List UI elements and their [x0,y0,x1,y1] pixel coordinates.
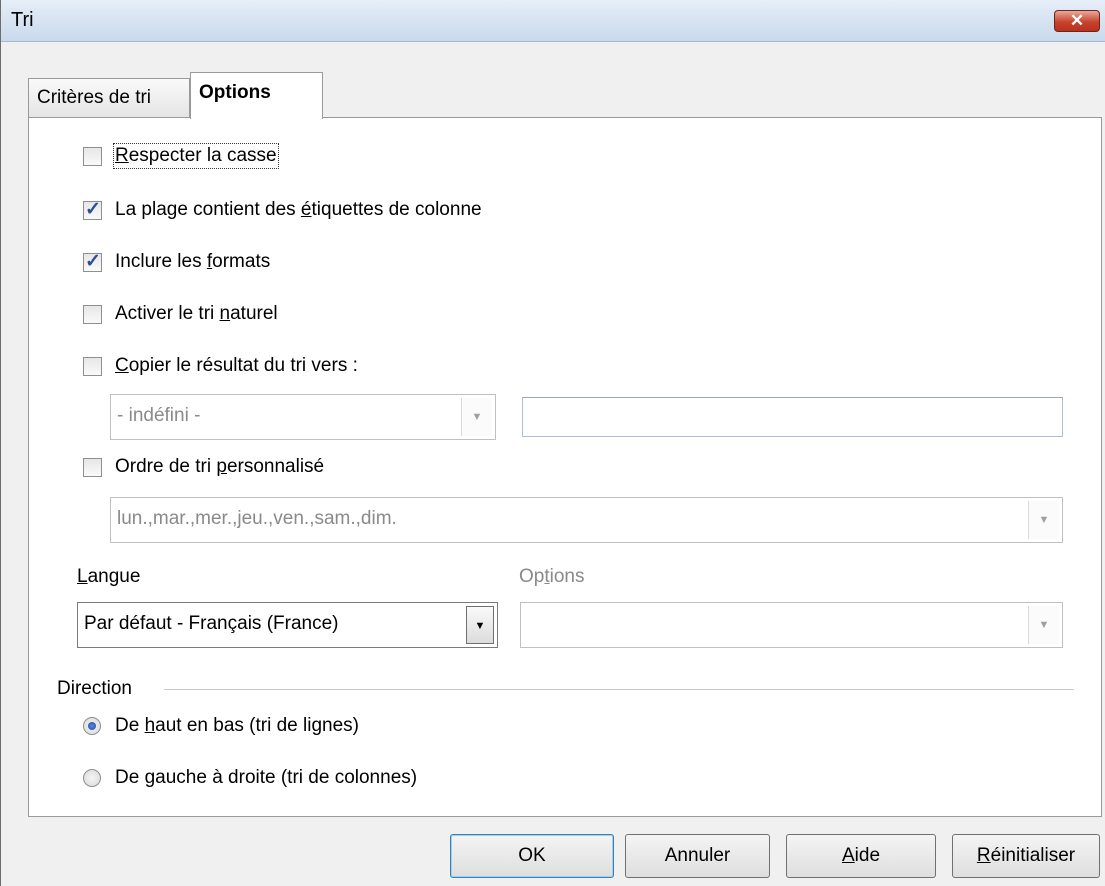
natural-sort-label[interactable]: Activer le tri naturel [115,303,278,325]
left-to-right-radio[interactable] [83,769,101,787]
has-headers-text-2: tiquettes de colonne [311,199,482,220]
reset-mnemonic: R [976,845,991,866]
ok-button[interactable]: OK [450,834,614,878]
top-to-bottom-text-1: De [115,715,145,736]
direction-separator [164,689,1074,690]
custom-order-mnemonic: p [216,456,227,477]
close-icon: ✕ [1069,11,1085,30]
has-headers-text-1: La plage contient des [115,199,301,220]
reset-button[interactable]: Réinitialiser [952,834,1100,878]
chevron-down-icon[interactable]: ▼ [1028,606,1059,644]
copy-results-text: opier le résultat du tri vers : [128,355,358,376]
left-to-right-text-1: De [115,767,145,788]
copy-range-value: - indéfini - [117,405,201,426]
help-button-label: ide [854,845,881,866]
reset-button-label: éinitialiser [990,845,1076,866]
title-bar[interactable]: Tri ✕ [1,0,1105,42]
algo-options-label: Options [519,566,585,588]
case-sensitive-label[interactable]: Respecter la casse [113,143,279,169]
algo-options-text-1: Op [519,566,545,587]
chevron-down-icon[interactable]: ▼ [461,398,492,436]
natural-sort-text-1: Activer le tri [115,303,220,324]
tab-options[interactable]: Options [190,72,323,119]
copy-target-input[interactable] [522,397,1063,437]
include-formats-text-1: Inclure les [115,251,207,272]
top-to-bottom-text-2: aut en bas (tri de lignes) [155,715,359,736]
custom-order-combo[interactable]: lun.,mar.,mer.,jeu.,ven.,sam.,dim. ▼ [110,497,1063,543]
custom-order-checkbox[interactable] [83,458,102,477]
ok-button-label: OK [518,845,546,866]
copy-range-combo[interactable]: - indéfini - ▼ [110,394,496,440]
chevron-down-icon[interactable]: ▼ [1028,501,1059,539]
help-mnemonic: A [841,845,855,866]
has-headers-mnemonic: é [300,199,312,220]
left-to-right-mnemonic: g [144,767,156,788]
copy-results-mnemonic: C [115,355,129,376]
window-title: Tri [11,9,34,31]
algo-options-select[interactable]: ▼ [520,602,1063,648]
case-sensitive-checkbox[interactable] [83,147,102,166]
custom-order-value: lun.,mar.,mer.,jeu.,ven.,sam.,dim. [117,508,397,529]
language-label: Langue [77,566,140,588]
custom-order-label[interactable]: Ordre de tri personnalisé [115,456,324,478]
language-select[interactable]: Par défaut - Français (France) ▼ [77,602,498,648]
options-panel: Respecter la casse La plage contient des… [28,117,1102,817]
case-sensitive-text: especter la casse [128,145,277,166]
has-headers-checkbox[interactable] [83,198,102,221]
case-sensitive-mnemonic: R [115,145,129,166]
custom-order-text-2: ersonnalisé [226,456,325,477]
help-button[interactable]: Aide [786,834,936,878]
top-to-bottom-radio[interactable] [83,717,101,735]
natural-sort-checkbox[interactable] [83,305,102,324]
top-to-bottom-label[interactable]: De haut en bas (tri de lignes) [115,715,359,737]
chevron-down-icon[interactable]: ▼ [466,606,494,644]
close-button[interactable]: ✕ [1054,10,1100,32]
has-headers-label[interactable]: La plage contient des étiquettes de colo… [115,199,482,221]
sort-dialog: Tri ✕ Critères de tri Options Respecter … [0,0,1105,886]
include-formats-text-2: ormats [212,251,271,272]
left-to-right-label[interactable]: De gauche à droite (tri de colonnes) [115,767,417,789]
natural-sort-text-2: aturel [230,303,278,324]
tab-sort-criteria[interactable]: Critères de tri [28,78,190,118]
include-formats-label[interactable]: Inclure les formats [115,251,270,273]
natural-sort-mnemonic: n [219,303,231,324]
language-mnemonic: L [77,566,88,587]
copy-results-checkbox[interactable] [83,357,102,376]
cancel-button-label: Annuler [664,845,731,866]
custom-order-text-1: Ordre de tri [115,456,217,477]
copy-results-label[interactable]: Copier le résultat du tri vers : [115,355,358,377]
algo-options-text-2: ions [549,566,585,587]
language-value: Par défaut - Français (France) [84,613,339,634]
cancel-button[interactable]: Annuler [625,834,770,878]
left-to-right-text-2: auche à droite (tri de colonnes) [155,767,418,788]
include-formats-checkbox[interactable] [83,250,102,273]
top-to-bottom-mnemonic: h [144,715,156,736]
direction-group-title: Direction [57,678,132,699]
language-text: angue [87,566,141,587]
